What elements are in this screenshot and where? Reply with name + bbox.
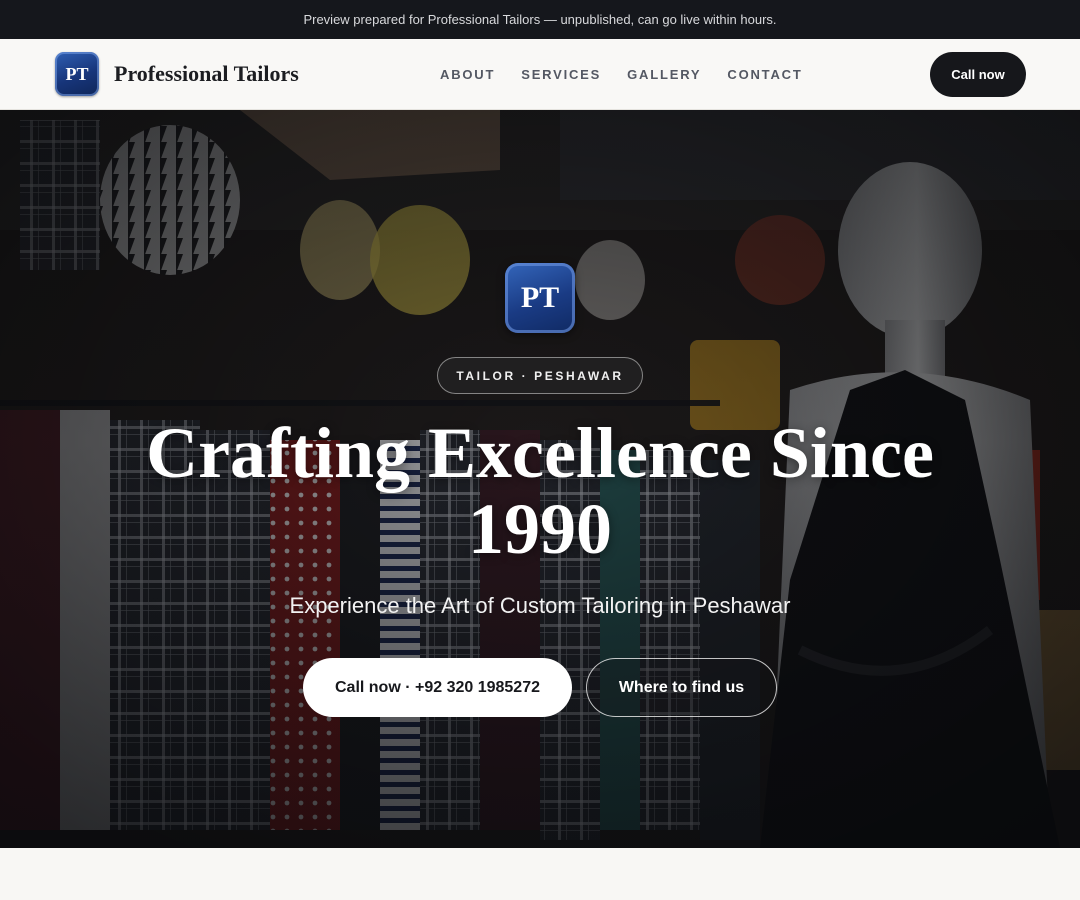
brand-name: Professional Tailors bbox=[114, 61, 299, 86]
call-now-button[interactable]: Call now bbox=[930, 52, 1026, 97]
next-section bbox=[0, 848, 1080, 900]
nav-services[interactable]: SERVICES bbox=[521, 67, 601, 82]
nav-contact[interactable]: CONTACT bbox=[727, 67, 802, 82]
site-header: PT Professional Tailors ABOUT SERVICES G… bbox=[0, 39, 1080, 110]
preview-banner: Preview prepared for Professional Tailor… bbox=[0, 0, 1080, 39]
brand-link[interactable]: PT Professional Tailors bbox=[55, 52, 299, 96]
nav-gallery[interactable]: GALLERY bbox=[627, 67, 701, 82]
logo-badge: PT bbox=[55, 52, 99, 96]
call-phone-button[interactable]: Call now · +92 320 1985272 bbox=[303, 658, 572, 717]
preview-banner-text: Preview prepared for Professional Tailor… bbox=[303, 12, 777, 27]
find-us-button[interactable]: Where to find us bbox=[586, 658, 777, 717]
hero-subheadline: Experience the Art of Custom Tailoring i… bbox=[289, 593, 791, 618]
nav-about[interactable]: ABOUT bbox=[440, 67, 495, 82]
hero-logo-badge: PT bbox=[505, 263, 575, 333]
hero-tagline-pill: TAILOR · PESHAWAR bbox=[437, 357, 643, 394]
main-nav: ABOUT SERVICES GALLERY CONTACT bbox=[440, 39, 829, 109]
hero-headline: Crafting Excellence Since 1990 bbox=[146, 413, 934, 569]
hero-section: PT TAILOR · PESHAWAR Crafting Excellence… bbox=[0, 110, 1080, 848]
